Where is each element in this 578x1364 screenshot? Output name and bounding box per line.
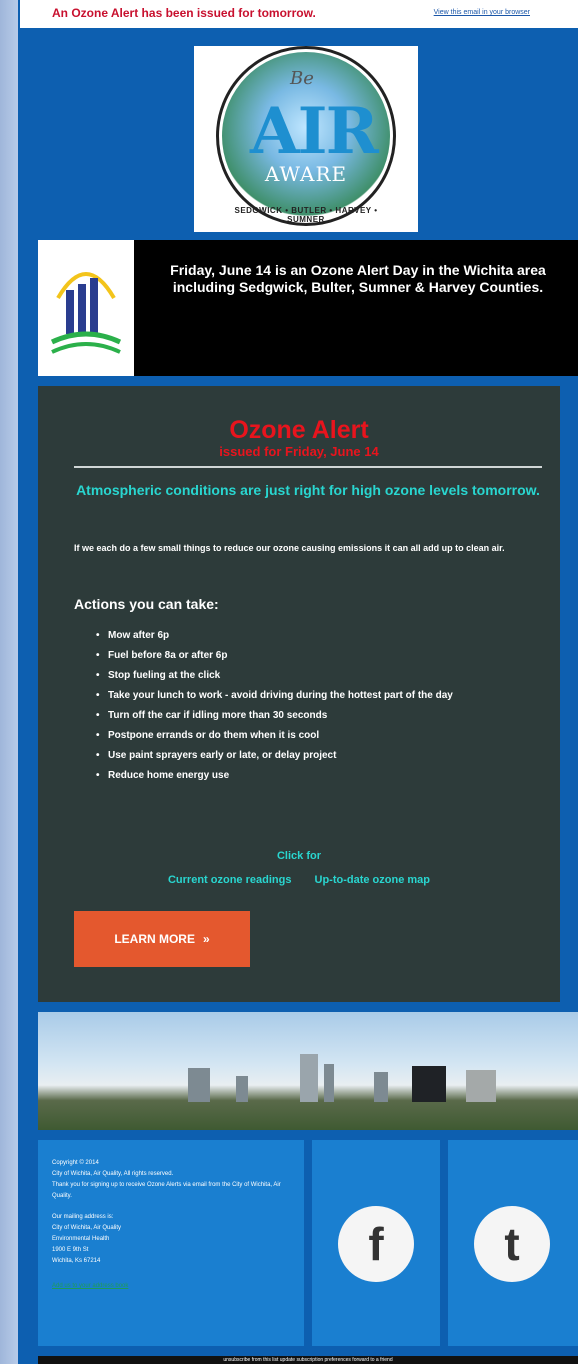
add-to-address-book-link[interactable]: Add us to your address book (52, 1281, 292, 1292)
action-item: Stop fueling at the click (94, 666, 534, 686)
view-in-browser-link[interactable]: View this email in your browser (434, 9, 530, 16)
logo-air-text: AIR (250, 94, 379, 169)
ozone-links: Current ozone readings Up-to-date ozone … (38, 874, 560, 886)
logo-counties-text: SEDGWICK • BUTLER • HARVEY • SUMNER (234, 206, 378, 224)
ozone-map-link[interactable]: Up-to-date ozone map (315, 874, 431, 886)
email-container: An Ozone Alert has been issued for tomor… (20, 0, 578, 1364)
skyline-building (324, 1064, 334, 1102)
alert-day-notice: Friday, June 14 is an Ozone Alert Day in… (38, 240, 578, 376)
section-divider (74, 466, 542, 468)
twitter-icon: t (504, 1218, 520, 1270)
address-line-4: Wichita, Ks 67214 (52, 1258, 101, 1264)
twitter-panel: t (448, 1140, 578, 1346)
top-bar: An Ozone Alert has been issued for tomor… (20, 0, 578, 28)
footer-info: Copyright © 2014 City of Wichita, Air Qu… (38, 1140, 304, 1346)
mailing-label: Our mailing address is: (52, 1214, 114, 1220)
facebook-icon: f (368, 1218, 384, 1270)
wichita-flag-icon (50, 272, 122, 354)
skyline-building (412, 1066, 446, 1102)
action-item: Fuel before 8a or after 6p (94, 646, 534, 666)
action-item: Take your lunch to work - avoid driving … (94, 686, 534, 706)
skyline-building (236, 1076, 248, 1102)
facebook-panel: f (312, 1140, 440, 1346)
click-for-label: Click for (276, 850, 321, 862)
logo-aware-text: AWARE (264, 162, 348, 186)
facebook-button[interactable]: f (338, 1206, 414, 1282)
ozone-alert-panel: Ozone Alert issued for Friday, June 14 A… (38, 386, 560, 1002)
conditions-text: Atmospheric conditions are just right fo… (76, 482, 540, 498)
wichita-skyline-image (38, 1012, 578, 1130)
action-item: Mow after 6p (94, 626, 534, 646)
action-item: Postpone errands or do them when it is c… (94, 726, 534, 746)
notice-text: Friday, June 14 is an Ozone Alert Day in… (170, 262, 546, 295)
skyline-building (466, 1070, 496, 1102)
preheader-alert-text: An Ozone Alert has been issued for tomor… (52, 6, 316, 20)
address-line-1: City of Wichita, Air Quality (52, 1225, 122, 1231)
action-item: Reduce home energy use (94, 766, 534, 786)
action-item: Turn off the car if idling more than 30 … (94, 706, 534, 726)
footer-text-block: Copyright © 2014 City of Wichita, Air Qu… (52, 1158, 292, 1292)
current-ozone-readings-link[interactable]: Current ozone readings (168, 874, 291, 886)
alert-title: Ozone Alert (229, 416, 369, 444)
city-of-wichita-logo (38, 240, 134, 376)
intro-text: If we each do a few small things to redu… (74, 543, 505, 553)
logo-be-text: Be (290, 68, 314, 89)
thanks-text: Thank you for signing up to receive Ozon… (52, 1182, 281, 1199)
double-chevron-right-icon: » (202, 932, 210, 946)
org-rights-text: City of Wichita, Air Quality, All rights… (52, 1171, 174, 1177)
actions-heading: Actions you can take: (74, 596, 219, 612)
actions-list: Mow after 6p Fuel before 8a or after 6p … (94, 626, 534, 786)
learn-more-label: LEARN MORE (114, 932, 195, 946)
learn-more-button[interactable]: LEARN MORE » (74, 911, 250, 967)
footer-bottom-links[interactable]: unsubscribe from this list update subscr… (38, 1356, 578, 1364)
skyline-building (374, 1072, 388, 1102)
address-line-3: 1900 E 9th St (52, 1247, 89, 1253)
copyright-text: Copyright © 2014 (52, 1160, 99, 1166)
action-item: Use paint sprayers early or late, or del… (94, 746, 534, 766)
skyline-building (188, 1068, 210, 1102)
twitter-button[interactable]: t (474, 1206, 550, 1282)
skyline-building (300, 1054, 318, 1102)
be-air-aware-logo: Be AIR AWARE SEDGWICK • BUTLER • HARVEY … (194, 46, 418, 232)
address-line-2: Environmental Health (52, 1236, 110, 1242)
alert-subtitle: issued for Friday, June 14 (219, 444, 379, 459)
